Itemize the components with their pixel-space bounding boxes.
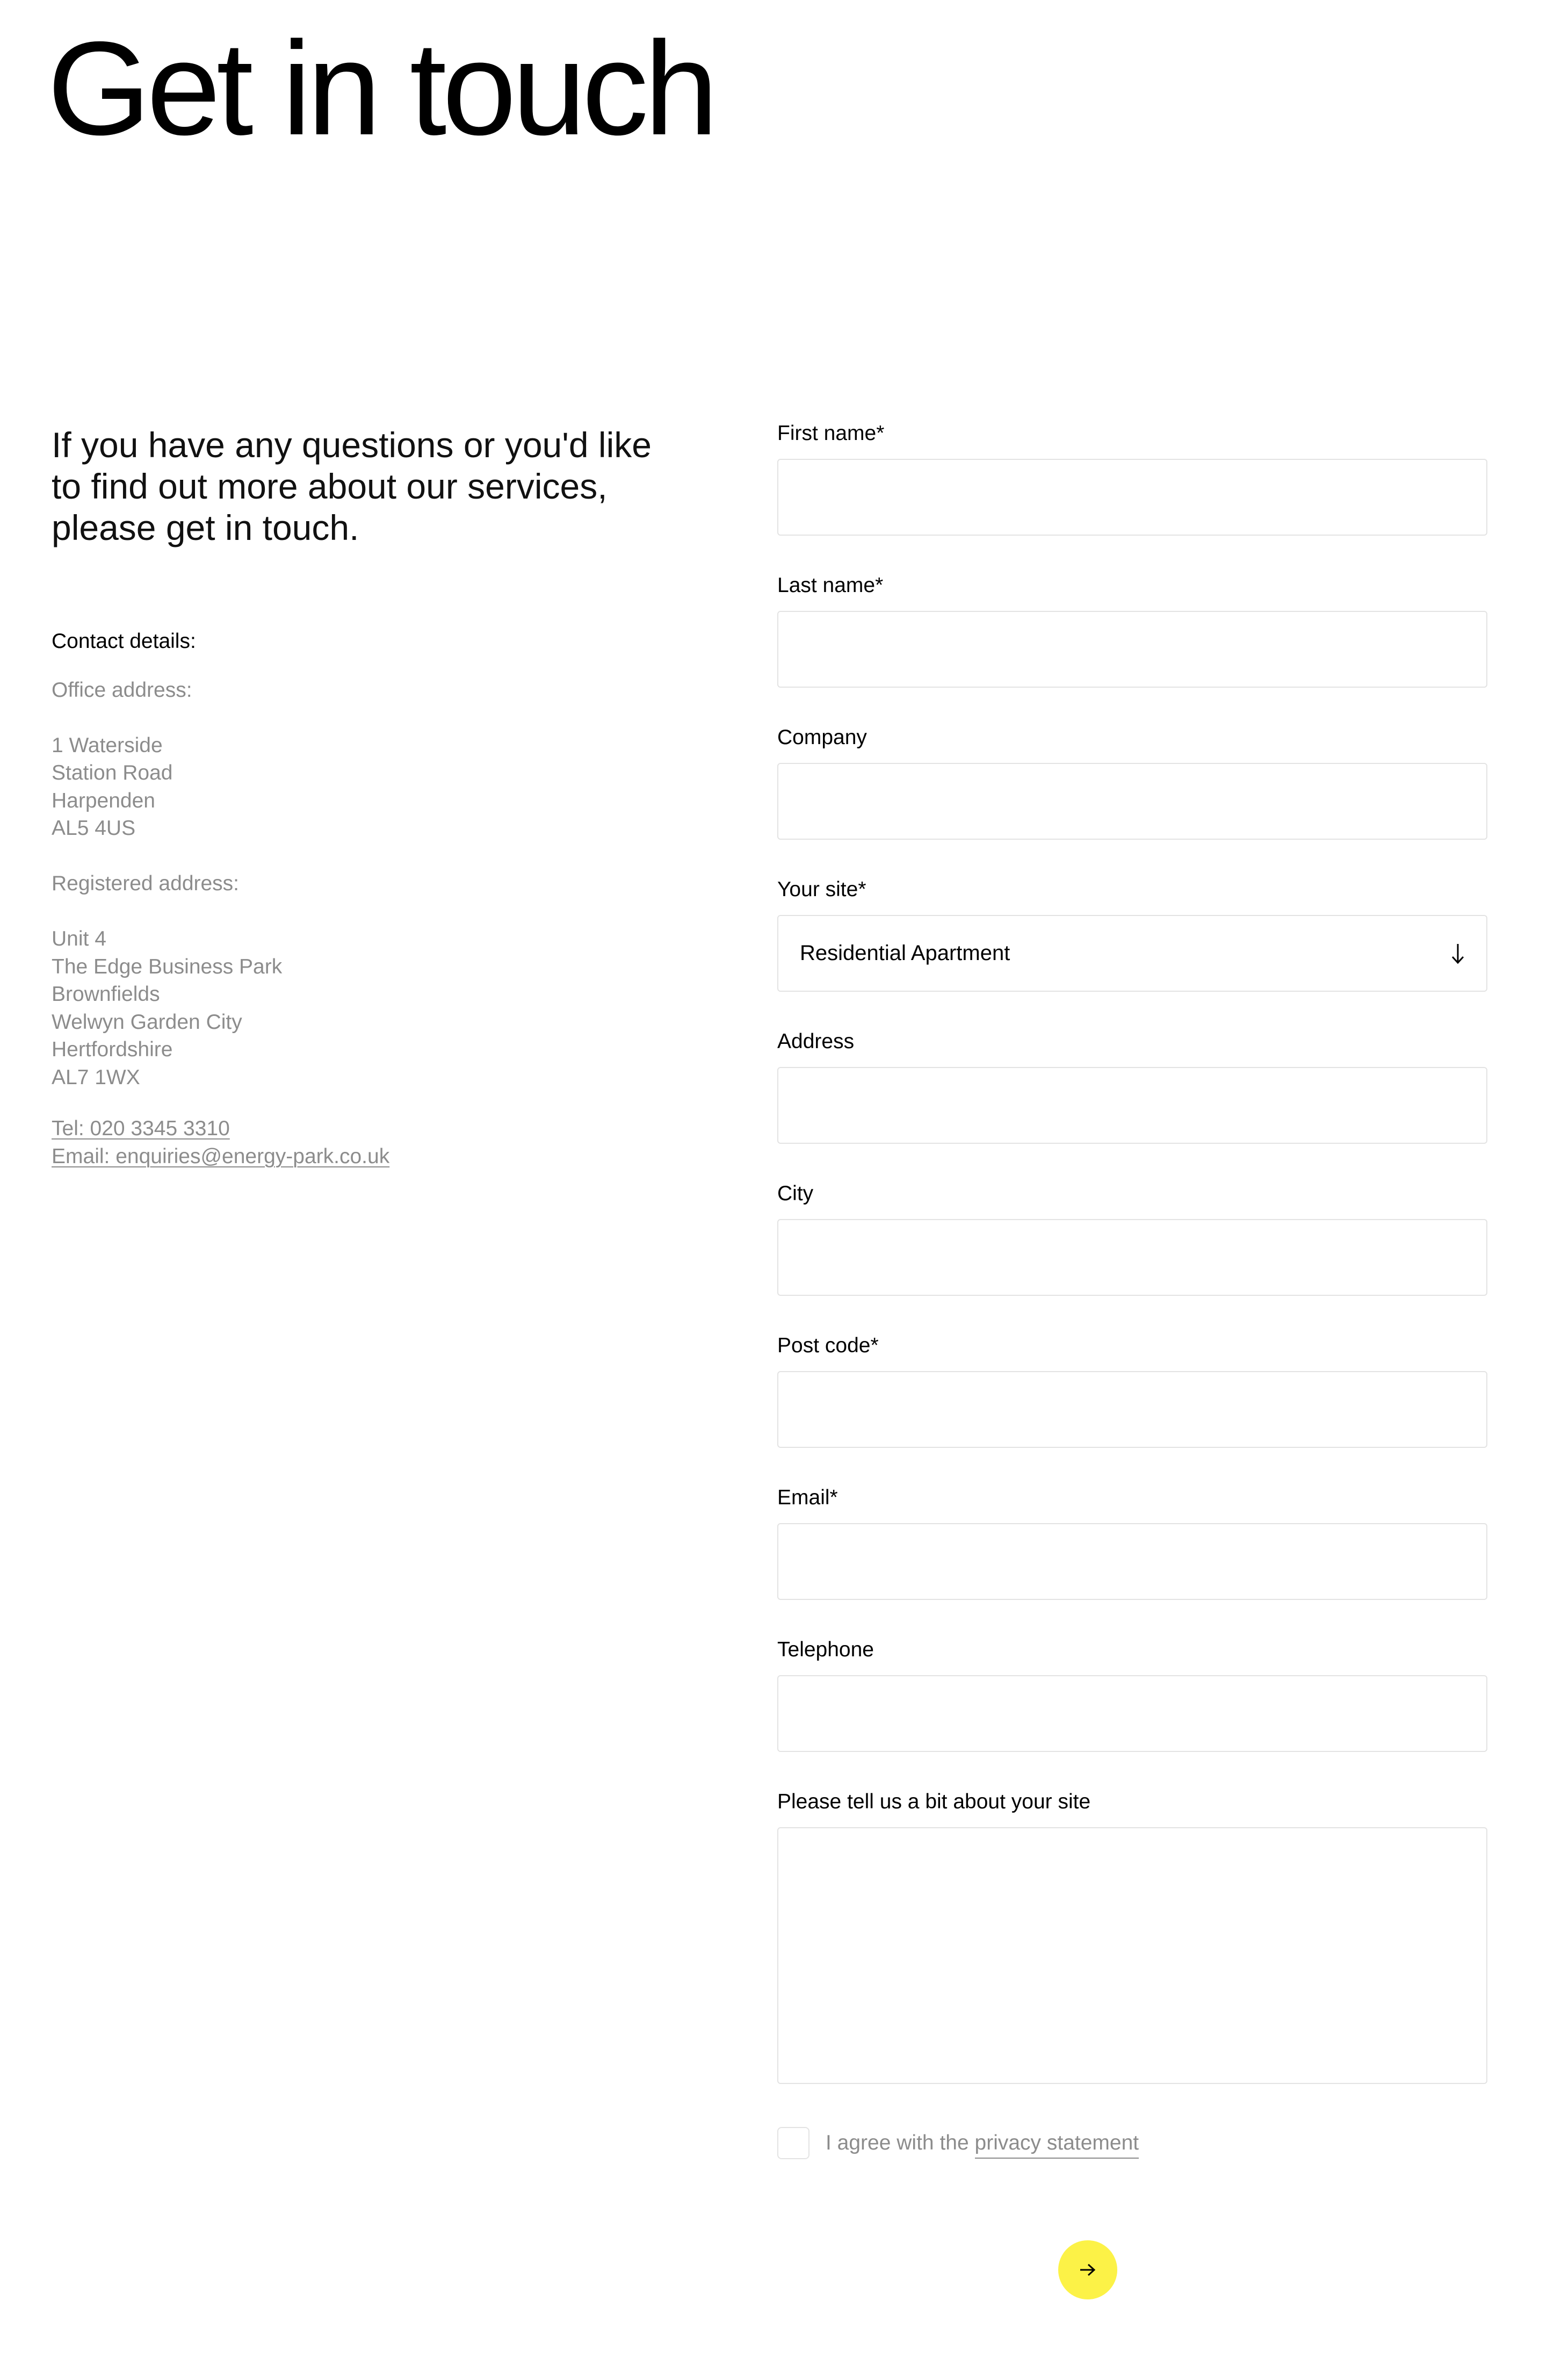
- office-address-label: Office address:: [52, 678, 192, 702]
- address-line: Brownfields: [52, 983, 160, 1006]
- company-input[interactable]: [777, 763, 1487, 840]
- agree-text: I agree with the privacy statement: [826, 2131, 1139, 2159]
- address-line: Hertfordshire: [52, 1038, 173, 1061]
- telephone-group: Telephone: [777, 1635, 1487, 1752]
- telephone-input[interactable]: [777, 1675, 1487, 1752]
- site-info-textarea[interactable]: [777, 1827, 1487, 2084]
- contact-links: Tel: 020 3345 3310 Email: enquiries@ener…: [52, 1115, 642, 1170]
- registered-address: Unit 4 The Edge Business Park Brownfield…: [52, 925, 642, 1091]
- postcode-label: Post code*: [777, 1334, 879, 1357]
- email-link[interactable]: Email: enquiries@energy-park.co.uk: [52, 1143, 642, 1171]
- page-title: Get in touch: [47, 13, 718, 163]
- intro-text: If you have any questions or you'd like …: [52, 425, 652, 547]
- phone-link[interactable]: Tel: 020 3345 3310: [52, 1115, 642, 1143]
- address-input[interactable]: [777, 1067, 1487, 1144]
- contact-form: First name* Last name* Company Your site…: [777, 419, 1487, 2159]
- email-group: Email*: [777, 1483, 1487, 1600]
- company-group: Company: [777, 723, 1487, 840]
- company-label: Company: [777, 726, 867, 749]
- address-line: Welwyn Garden City: [52, 1010, 242, 1034]
- last-name-label: Last name*: [777, 574, 884, 597]
- telephone-label: Telephone: [777, 1638, 874, 1661]
- last-name-input[interactable]: [777, 611, 1487, 688]
- address-line: AL7 1WX: [52, 1065, 140, 1089]
- city-group: City: [777, 1179, 1487, 1296]
- city-input[interactable]: [777, 1219, 1487, 1296]
- site-group: Your site* Residential Apartment: [777, 875, 1487, 992]
- first-name-group: First name*: [777, 419, 1487, 536]
- agree-row: I agree with the privacy statement: [777, 2127, 1487, 2159]
- address-line: 1 Waterside: [52, 733, 163, 757]
- site-info-group: Please tell us a bit about your site: [777, 1787, 1487, 2084]
- last-name-group: Last name*: [777, 571, 1487, 688]
- site-select-value: Residential Apartment: [800, 941, 1010, 965]
- address-line: AL5 4US: [52, 817, 136, 840]
- address-line: Station Road: [52, 761, 173, 784]
- address-group: Address: [777, 1027, 1487, 1144]
- address-line: Harpenden: [52, 789, 155, 812]
- office-address: 1 Waterside Station Road Harpenden AL5 4…: [52, 732, 642, 842]
- contact-heading: Contact details:: [52, 630, 196, 653]
- email-label: Email*: [777, 1486, 838, 1509]
- address-label: Address: [777, 1030, 855, 1053]
- registered-address-label: Registered address:: [52, 872, 240, 895]
- site-info-label: Please tell us a bit about your site: [777, 1790, 1091, 1813]
- site-select[interactable]: Residential Apartment: [777, 915, 1487, 992]
- address-line: The Edge Business Park: [52, 955, 283, 978]
- site-label: Your site*: [777, 878, 866, 901]
- address-line: Unit 4: [52, 927, 106, 950]
- postcode-group: Post code*: [777, 1331, 1487, 1448]
- arrow-down-icon: [1451, 943, 1464, 964]
- first-name-label: First name*: [777, 422, 885, 445]
- city-label: City: [777, 1182, 814, 1205]
- privacy-statement-link[interactable]: privacy statement: [974, 2131, 1139, 2159]
- submit-button[interactable]: [1058, 2240, 1117, 2299]
- arrow-right-icon: [1080, 2263, 1096, 2276]
- postcode-input[interactable]: [777, 1371, 1487, 1448]
- agree-checkbox[interactable]: [777, 2127, 809, 2159]
- email-input[interactable]: [777, 1523, 1487, 1600]
- agree-prefix: I agree with the: [826, 2131, 969, 2154]
- first-name-input[interactable]: [777, 459, 1487, 536]
- contact-details: Contact details: Office address: 1 Water…: [52, 628, 642, 1170]
